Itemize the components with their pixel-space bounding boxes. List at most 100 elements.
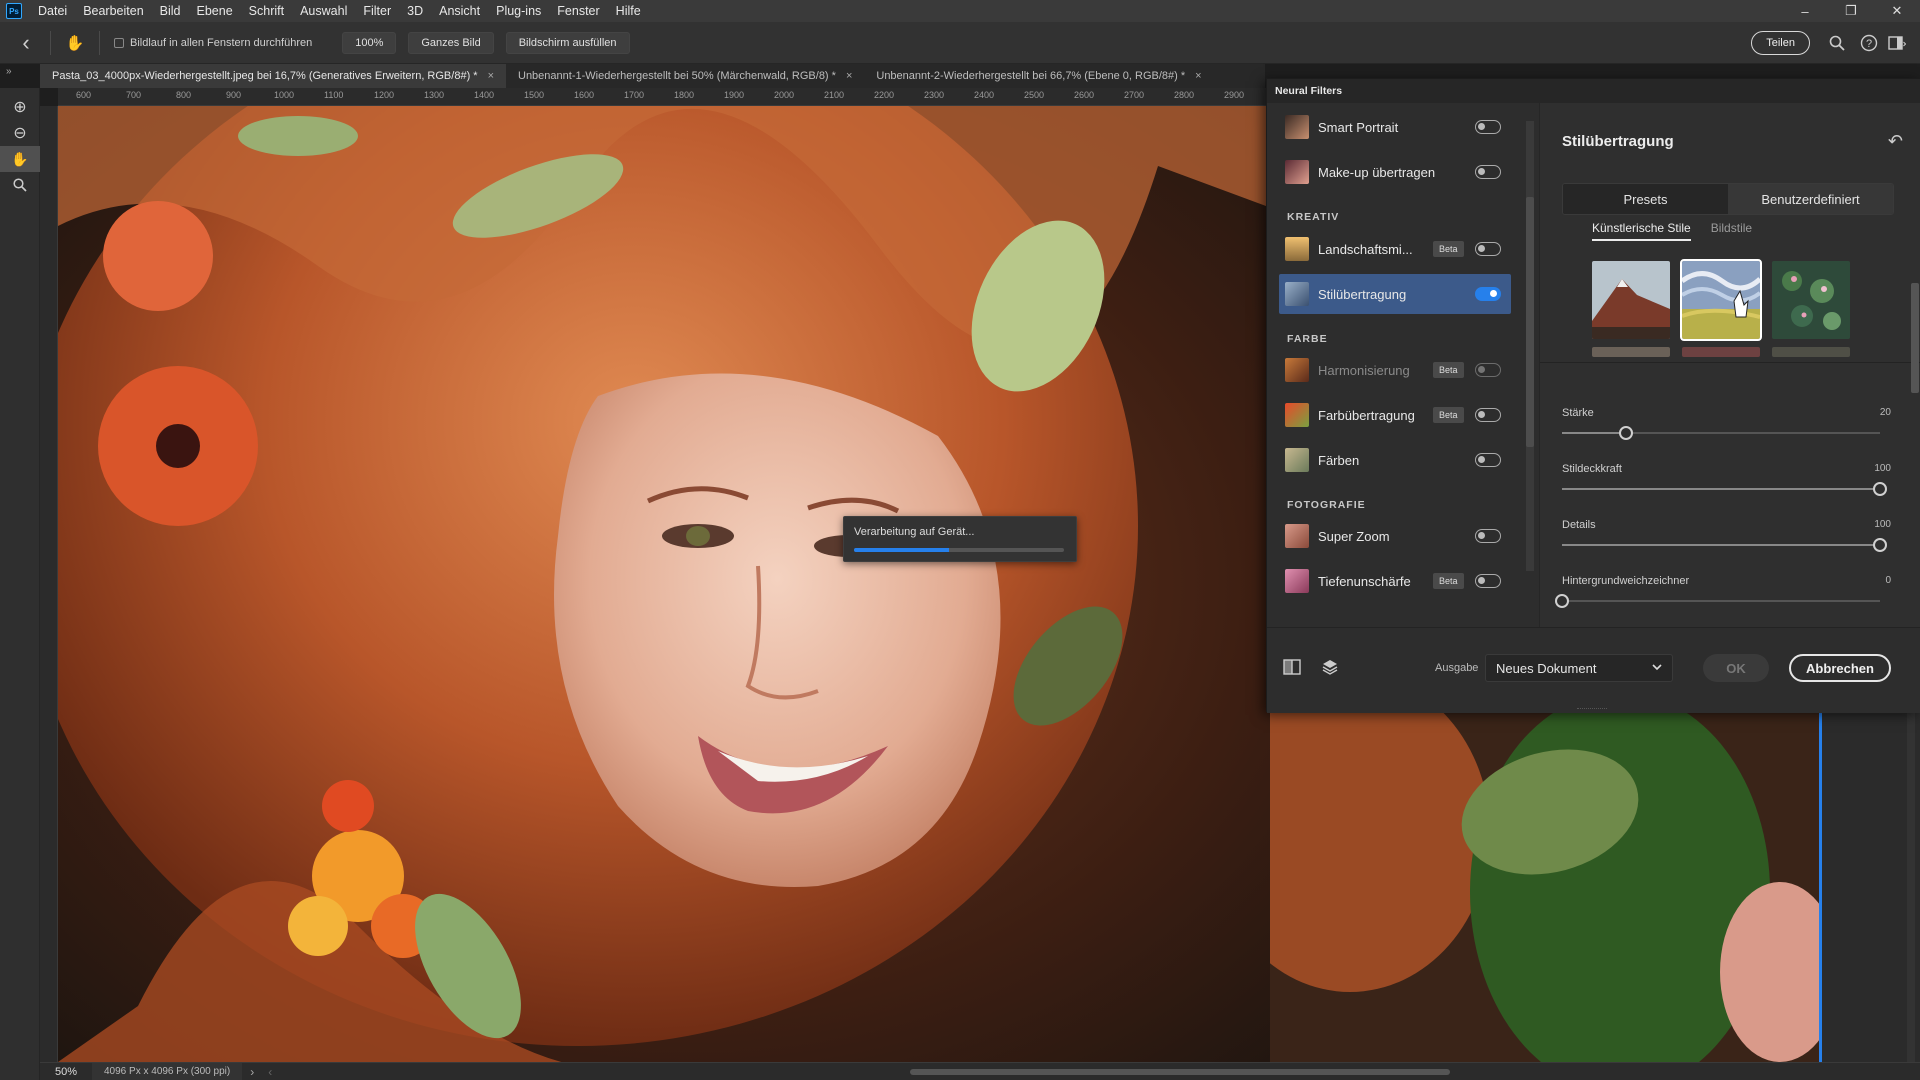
layers-preview-icon[interactable] (1317, 654, 1343, 680)
menu-bild[interactable]: Bild (152, 0, 189, 22)
tab-unbenannt-2[interactable]: Unbenannt-2-Wiederhergestellt bei 66,7% … (864, 64, 1213, 88)
presets-tab[interactable]: Presets (1563, 184, 1728, 214)
magnify-tool-icon[interactable] (0, 172, 40, 198)
scroll-thumb[interactable] (1526, 197, 1534, 447)
tab-unbenannt-1[interactable]: Unbenannt-1-Wiederhergestellt bei 50% (M… (506, 64, 864, 88)
filter-color-transfer[interactable]: Farbübertragung Beta (1279, 395, 1511, 435)
swirl-painting-icon (1682, 261, 1760, 339)
resize-grip[interactable] (1577, 708, 1607, 711)
menu-ebene[interactable]: Ebene (189, 0, 241, 22)
filter-style-transfer[interactable]: Stilübertragung (1279, 274, 1511, 314)
ruler-label: 1800 (674, 90, 695, 100)
strength-value: 20 (1879, 407, 1891, 418)
zoom-in-icon[interactable]: ⊕ (0, 94, 40, 120)
menu-filter[interactable]: Filter (355, 0, 399, 22)
close-window-button[interactable]: ✕ (1874, 0, 1920, 22)
minimize-button[interactable]: – (1782, 0, 1828, 22)
cancel-button[interactable]: Abbrechen (1789, 654, 1891, 682)
output-select-value: Neues Dokument (1496, 660, 1597, 676)
close-icon[interactable]: × (488, 70, 494, 82)
style-thumb-row2-1[interactable] (1592, 347, 1670, 357)
menu-plugins[interactable]: Plug-ins (488, 0, 549, 22)
maximize-button[interactable]: ❐ (1828, 0, 1874, 22)
filter-toggle[interactable] (1475, 408, 1501, 422)
menu-auswahl[interactable]: Auswahl (292, 0, 355, 22)
scroll-thumb[interactable] (1911, 283, 1919, 393)
menu-3d[interactable]: 3D (399, 0, 431, 22)
workspace-icon[interactable] (1886, 32, 1908, 54)
status-menu-icon[interactable]: › (250, 1065, 254, 1079)
filter-colorize[interactable]: Färben (1279, 440, 1511, 480)
filter-toggle[interactable] (1475, 242, 1501, 256)
help-icon[interactable]: ? (1858, 32, 1880, 54)
image-styles-tab[interactable]: Bildstile (1711, 221, 1752, 241)
filter-toggle[interactable] (1475, 574, 1501, 588)
custom-tab[interactable]: Benutzerdefiniert (1728, 184, 1893, 214)
filter-toggle[interactable] (1475, 120, 1501, 134)
filter-toggle[interactable] (1475, 529, 1501, 543)
share-button[interactable]: Teilen (1751, 31, 1810, 55)
vertical-scrollbar[interactable] (1907, 712, 1915, 1062)
filter-toggle[interactable] (1475, 165, 1501, 179)
slider-knob[interactable] (1873, 482, 1887, 496)
menu-datei[interactable]: Datei (30, 0, 75, 22)
horizontal-scrollbar[interactable] (910, 1069, 1450, 1075)
back-arrow-icon[interactable]: ‹ (10, 27, 42, 59)
fill-screen-button[interactable]: Bildschirm ausfüllen (505, 31, 630, 54)
toggle-knob (1478, 456, 1485, 463)
filter-super-zoom[interactable]: Super Zoom (1279, 516, 1511, 556)
strength-slider[interactable] (1562, 426, 1880, 440)
filter-toggle[interactable] (1475, 287, 1501, 301)
toggle-knob (1490, 290, 1497, 297)
photoshop-window: Ps Datei Bearbeiten Bild Ebene Schrift A… (0, 0, 1920, 1080)
search-icon[interactable] (1826, 32, 1848, 54)
style-opacity-slider[interactable] (1562, 482, 1887, 496)
style-thumb-row2-2[interactable] (1682, 347, 1760, 357)
menu-hilfe[interactable]: Hilfe (608, 0, 649, 22)
filter-toggle[interactable] (1475, 363, 1501, 377)
close-icon[interactable]: × (1195, 70, 1201, 82)
checkbox-box[interactable] (114, 37, 124, 48)
close-icon[interactable]: × (846, 70, 852, 82)
filter-list-scrollbar[interactable] (1523, 107, 1537, 627)
compare-view-icon[interactable] (1279, 654, 1305, 680)
scroll-all-windows-checkbox[interactable]: Bildlauf in allen Fenstern durchführen (114, 37, 312, 49)
document-canvas-right[interactable] (1270, 712, 1822, 1062)
output-select[interactable]: Neues Dokument (1485, 654, 1673, 682)
filter-landscape-mixer[interactable]: Landschaftsmi... Beta (1279, 229, 1511, 269)
panel-footer: Ausgabe Neues Dokument OK Abbrechen (1267, 627, 1920, 713)
slider-knob[interactable] (1873, 538, 1887, 552)
menu-bearbeiten[interactable]: Bearbeiten (75, 0, 151, 22)
style-thumb-monet[interactable] (1772, 261, 1850, 339)
menu-fenster[interactable]: Fenster (549, 0, 607, 22)
color-transfer-icon (1285, 403, 1309, 427)
slider-knob[interactable] (1618, 426, 1633, 440)
background-blur-slider[interactable] (1555, 594, 1880, 608)
panel-collapse-icon[interactable]: » (6, 66, 24, 80)
hand-tool-active-icon[interactable]: ✋ (0, 146, 40, 172)
filter-makeup-transfer[interactable]: Make-up übertragen (1279, 152, 1511, 192)
ok-button[interactable]: OK (1703, 654, 1769, 682)
style-thumb-vangogh[interactable] (1680, 259, 1762, 341)
filter-depth-blur[interactable]: Tiefenunschärfe Beta (1279, 561, 1511, 601)
document-canvas[interactable] (58, 106, 1320, 1062)
settings-scrollbar[interactable] (1909, 263, 1920, 613)
style-thumb-mountain[interactable] (1592, 261, 1670, 339)
artistic-styles-tab[interactable]: Künstlerische Stile (1592, 221, 1691, 241)
style-thumb-row2-3[interactable] (1772, 347, 1850, 357)
slider-knob[interactable] (1555, 594, 1569, 608)
scroll-left-icon[interactable]: ‹ (268, 1065, 272, 1079)
menu-ansicht[interactable]: Ansicht (431, 0, 488, 22)
filter-harmonization[interactable]: Harmonisierung Beta (1279, 350, 1511, 390)
processing-toast: Verarbeitung auf Gerät... (843, 516, 1077, 562)
details-slider[interactable] (1562, 538, 1887, 552)
zoom-level[interactable]: 50% (40, 1066, 92, 1078)
reset-icon[interactable]: ↶ (1888, 131, 1903, 152)
tab-pasta[interactable]: Pasta_03_4000px-Wiederhergestellt.jpeg b… (40, 64, 506, 88)
zoom-100-button[interactable]: 100% (342, 31, 397, 54)
menu-schrift[interactable]: Schrift (241, 0, 292, 22)
filter-toggle[interactable] (1475, 453, 1501, 467)
zoom-out-icon[interactable]: ⊖ (0, 120, 40, 146)
fit-screen-button[interactable]: Ganzes Bild (408, 31, 494, 54)
filter-smart-portrait[interactable]: Smart Portrait (1279, 107, 1511, 147)
